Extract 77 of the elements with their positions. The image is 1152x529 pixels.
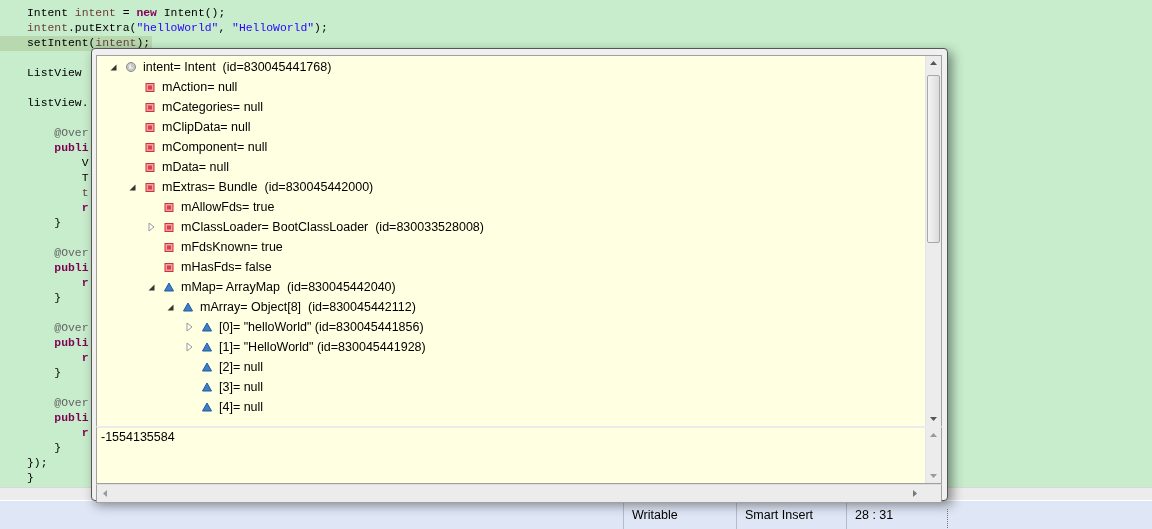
variable-label[interactable]: mAllowFds= true (181, 200, 275, 214)
private-field-icon (144, 121, 156, 133)
variable-label[interactable]: [3]= null (219, 380, 264, 394)
scroll-left-icon[interactable] (103, 490, 107, 497)
collapsed-arrow-icon[interactable] (185, 342, 193, 352)
code-line: r (80, 351, 89, 366)
code-line: publi (53, 261, 89, 276)
local-variable-icon (125, 61, 137, 73)
code-line: r (80, 201, 89, 216)
private-field-icon (163, 261, 175, 273)
code-line: }); (27, 456, 48, 471)
code-line: listView. (27, 96, 89, 111)
code-line: r (80, 276, 89, 291)
private-field-icon (163, 201, 175, 213)
code-line: } (53, 216, 62, 231)
code-line: } (53, 441, 62, 456)
private-field-icon (163, 221, 175, 233)
code-line: setIntent(intent); (27, 36, 151, 51)
variable-label[interactable]: mArray= Object[8] (id=830045442112) (200, 300, 416, 314)
code-line: } (53, 291, 62, 306)
variable-label[interactable]: mCategories= null (162, 100, 264, 114)
collapsed-arrow-icon[interactable] (147, 222, 155, 232)
code-line: } (53, 366, 62, 381)
code-line: publi (53, 411, 89, 426)
variable-label[interactable]: mExtras= Bundle (id=830045442000) (162, 180, 374, 194)
variable-label[interactable]: mAction= null (162, 80, 238, 94)
private-field-icon (144, 141, 156, 153)
code-line: } (27, 471, 34, 486)
default-field-icon (201, 341, 213, 353)
code-line: r (80, 426, 89, 441)
code-line: ListView (27, 66, 82, 81)
vertical-scrollbar[interactable] (925, 56, 941, 426)
expanded-arrow-icon[interactable] (109, 63, 117, 71)
private-field-icon (163, 241, 175, 253)
code-line: @Over (53, 246, 89, 261)
default-field-icon (201, 381, 213, 393)
private-field-icon (144, 181, 156, 193)
code-line: T (80, 171, 89, 186)
private-field-icon (144, 161, 156, 173)
private-field-icon (144, 81, 156, 93)
variable-label[interactable]: mMap= ArrayMap (id=830045442040) (181, 280, 396, 294)
private-field-icon (144, 101, 156, 113)
default-field-icon (163, 281, 175, 293)
code-line: Intent intent = new Intent(); (27, 6, 226, 21)
scroll-up-icon[interactable] (930, 61, 937, 65)
variable-label[interactable]: mComponent= null (162, 140, 268, 154)
variable-label[interactable]: [0]= "helloWorld" (id=830045441856) (219, 320, 424, 334)
code-line: publi (53, 336, 89, 351)
scroll-down-icon[interactable] (930, 417, 937, 421)
variable-label[interactable]: intent= Intent (id=830045441768) (143, 60, 332, 74)
code-line: V (80, 156, 89, 171)
variable-label[interactable]: mData= null (162, 160, 230, 174)
value-detail-text: -1554135584 (100, 429, 176, 446)
variable-label[interactable]: mFdsKnown= true (181, 240, 283, 254)
default-field-icon (201, 321, 213, 333)
default-field-icon (201, 361, 213, 373)
variable-label[interactable]: [1]= "HelloWorld" (id=830045441928) (219, 340, 426, 354)
code-line: @Over (53, 321, 89, 336)
variable-label[interactable]: mHasFds= false (181, 260, 272, 274)
default-field-icon (182, 301, 194, 313)
scroll-right-icon[interactable] (913, 490, 917, 497)
code-line: @Over (53, 126, 89, 141)
variable-label[interactable]: [4]= null (219, 400, 264, 414)
variable-label[interactable]: [2]= null (219, 360, 264, 374)
default-field-icon (201, 401, 213, 413)
expanded-arrow-icon[interactable] (166, 303, 174, 311)
code-line: publi (53, 141, 89, 156)
code-line: intent.putExtra("helloWorld", "HelloWorld"); (27, 21, 328, 36)
horizontal-scrollbar[interactable] (96, 484, 942, 503)
collapsed-arrow-icon[interactable] (185, 322, 193, 332)
scroll-thumb[interactable] (927, 75, 940, 243)
code-line: t (80, 186, 89, 201)
variable-label[interactable]: mClipData= null (162, 120, 251, 134)
expanded-arrow-icon[interactable] (147, 283, 155, 291)
expanded-arrow-icon[interactable] (128, 183, 136, 191)
code-line: @Over (53, 396, 89, 411)
variable-label[interactable]: mClassLoader= BootClassLoader (id=830033528008) (181, 220, 484, 234)
